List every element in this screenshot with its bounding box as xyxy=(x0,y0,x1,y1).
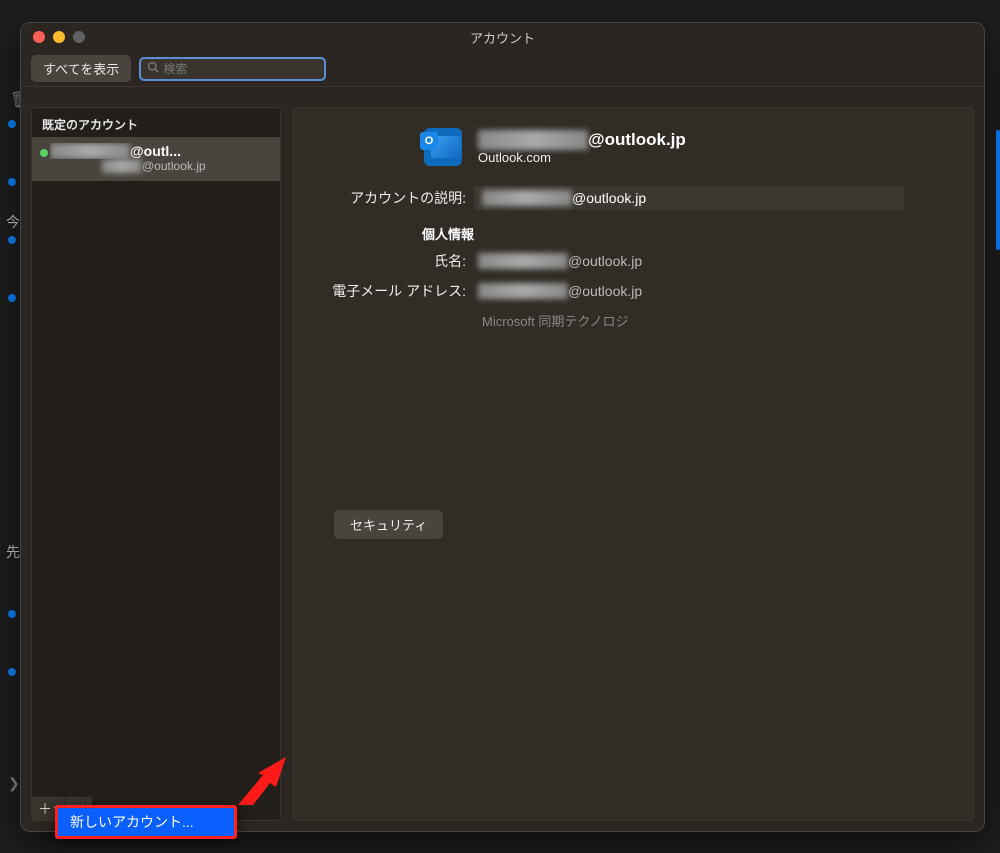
accounts-window: アカウント すべてを表示 既定のアカウント xxxxxxxx@outl... x… xyxy=(20,22,985,832)
detail-header: O xxxxxxxxxx@outlook.jp Outlook.com xyxy=(324,128,943,166)
account-list-header: 既定のアカウント xyxy=(32,108,280,137)
close-button[interactable] xyxy=(33,31,45,43)
minimize-button[interactable] xyxy=(53,31,65,43)
search-box[interactable] xyxy=(139,57,326,81)
label-email: 電子メール アドレス: xyxy=(324,281,474,301)
section-personal-info: 個人情報 xyxy=(324,224,474,243)
account-list: 既定のアカウント xxxxxxxx@outl... xxxx@outlook.j… xyxy=(31,107,281,821)
value-email: xxxxxxxx@outlook.jp xyxy=(474,283,642,299)
maximize-button[interactable] xyxy=(73,31,85,43)
outlook-icon: O xyxy=(424,128,462,166)
new-account-menu-item[interactable]: 新しいアカウント... xyxy=(55,805,237,839)
annotation-arrow xyxy=(238,755,298,805)
bg-dot xyxy=(8,120,16,128)
traffic-lights xyxy=(33,31,85,43)
bg-selection-indicator xyxy=(996,130,1000,250)
toolbar: すべてを表示 xyxy=(21,51,984,87)
security-button[interactable]: セキュリティ xyxy=(334,510,443,539)
bg-dot xyxy=(8,610,16,618)
account-subtitle: xxxx@outlook.jp xyxy=(50,159,270,173)
sync-technology-note: Microsoft 同期テクノロジ xyxy=(324,311,943,330)
detail-account-title: xxxxxxxxxx@outlook.jp xyxy=(478,130,686,150)
account-detail-pane: O xxxxxxxxxx@outlook.jp Outlook.com アカウン… xyxy=(293,107,974,821)
account-item[interactable]: xxxxxxxx@outl... xxxx@outlook.jp xyxy=(32,137,280,181)
account-name: xxxxxxxx@outl... xyxy=(50,143,270,159)
titlebar: アカウント xyxy=(21,23,984,51)
window-title: アカウント xyxy=(470,28,535,47)
search-icon xyxy=(147,61,159,76)
detail-service-name: Outlook.com xyxy=(478,150,686,165)
label-name: 氏名: xyxy=(324,251,474,271)
bg-dot xyxy=(8,236,16,244)
bg-dot xyxy=(8,178,16,186)
value-name: xxxxxxxx@outlook.jp xyxy=(474,253,642,269)
search-input[interactable] xyxy=(163,62,318,76)
bg-dot xyxy=(8,294,16,302)
bg-label-2: 先 xyxy=(6,542,20,562)
label-description: アカウントの説明: xyxy=(324,188,474,208)
show-all-button[interactable]: すべてを表示 xyxy=(31,55,131,82)
chevron-right-icon: ❯ xyxy=(8,775,20,792)
field-description[interactable]: xxxxxxxx@outlook.jp xyxy=(474,186,904,210)
bg-dot xyxy=(8,668,16,676)
